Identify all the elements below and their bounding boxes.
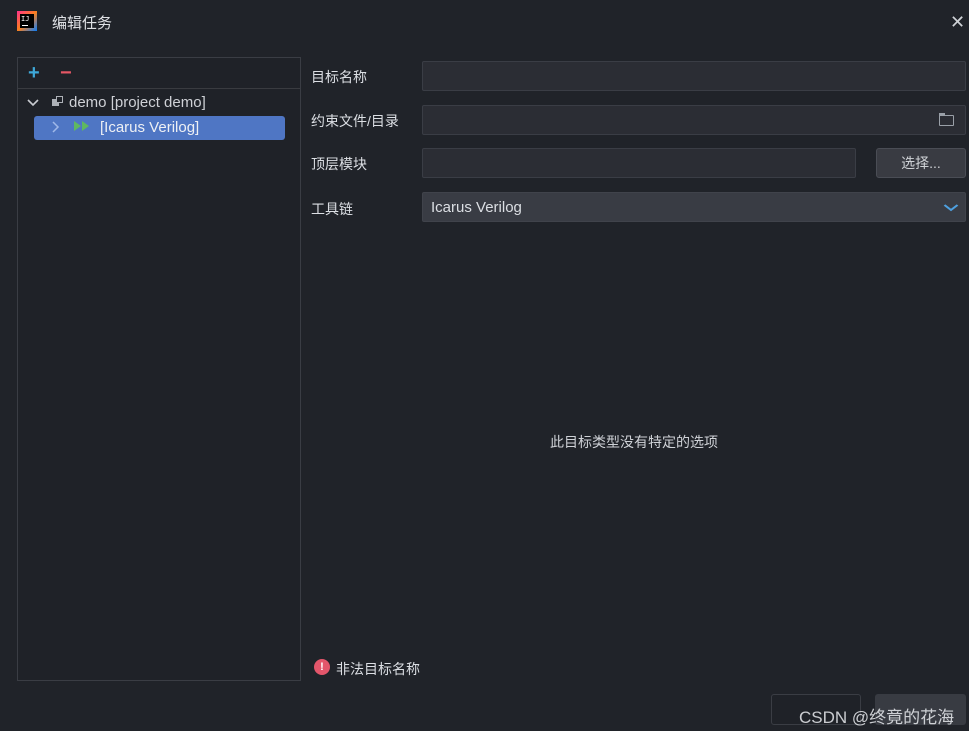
choose-button[interactable]: 选择... bbox=[876, 148, 966, 178]
target-name-input[interactable] bbox=[423, 62, 965, 90]
remove-target-button[interactable]: − bbox=[60, 61, 72, 85]
folder-open-icon[interactable] bbox=[939, 113, 955, 126]
run-config-icon bbox=[74, 120, 90, 135]
toolchain-select[interactable]: Icarus Verilog bbox=[422, 192, 966, 222]
top-module-field[interactable] bbox=[422, 148, 856, 178]
tree-item-target[interactable]: [Icarus Verilog] bbox=[34, 116, 285, 140]
target-name-label: 目标名称 bbox=[311, 69, 367, 85]
constraint-label: 约束文件/目录 bbox=[311, 113, 399, 129]
watermark: CSDN @终竟的花海 bbox=[799, 708, 955, 727]
top-module-input[interactable] bbox=[423, 149, 855, 177]
tree-toolbar: + − bbox=[18, 58, 300, 89]
chevron-down-icon[interactable] bbox=[27, 94, 41, 110]
targets-tree-panel: + − demo [project demo] [Icarus Verilog] bbox=[17, 57, 301, 681]
close-button[interactable]: ✕ bbox=[950, 11, 969, 33]
add-target-button[interactable]: + bbox=[28, 61, 40, 85]
error-icon: ! bbox=[314, 659, 330, 675]
constraint-field[interactable] bbox=[422, 105, 966, 135]
chevron-down-icon[interactable] bbox=[943, 199, 959, 218]
title-bar: IJ 编辑任务 ✕ bbox=[0, 0, 969, 44]
tree-item-target-label: [Icarus Verilog] bbox=[100, 119, 200, 136]
target-name-field[interactable] bbox=[422, 61, 966, 91]
tree-item-project-label: demo [project demo] bbox=[69, 94, 206, 111]
toolchain-value: Icarus Verilog bbox=[431, 199, 522, 216]
constraint-input[interactable] bbox=[423, 106, 965, 134]
top-module-label: 顶层模块 bbox=[311, 156, 367, 172]
intellij-app-icon: IJ bbox=[17, 11, 37, 31]
project-icon bbox=[52, 96, 63, 107]
tree-item-project[interactable]: demo [project demo] bbox=[18, 91, 300, 115]
toolchain-label: 工具链 bbox=[311, 201, 353, 217]
chevron-right-icon[interactable] bbox=[50, 119, 64, 135]
empty-options-message: 此目标类型没有特定的选项 bbox=[550, 434, 718, 450]
error-text: 非法目标名称 bbox=[336, 661, 420, 677]
window-title: 编辑任务 bbox=[52, 15, 113, 32]
